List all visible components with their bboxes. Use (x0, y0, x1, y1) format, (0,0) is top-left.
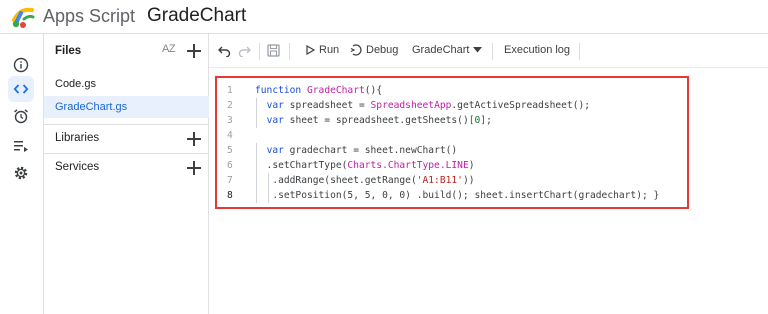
app-name[interactable]: Apps Script (43, 6, 135, 27)
info-icon (13, 57, 29, 73)
code-line[interactable]: 4 (217, 128, 687, 143)
dropdown-arrow-icon (473, 47, 483, 53)
triggers-alarm-icon (14, 109, 28, 124)
function-select[interactable]: GradeChart (412, 44, 483, 56)
code-text: function GradeChart(){ (255, 85, 383, 96)
toolbar-separator (579, 43, 580, 60)
execution-log-button[interactable]: Execution log (504, 44, 570, 56)
left-nav-rail (0, 34, 44, 314)
line-number: 1 (227, 85, 233, 96)
debug-button[interactable]: Debug (350, 44, 398, 56)
divider (44, 153, 209, 154)
apps-script-logo-icon[interactable] (10, 5, 36, 29)
code-line[interactable]: 6 .setChartType(Charts.ChartType.LINE) (217, 158, 687, 173)
code-line[interactable]: 7 .addRange(sheet.getRange('A1:B11')) (217, 173, 687, 188)
code-text: .setChartType(Charts.ChartType.LINE) (255, 160, 475, 171)
executions-button[interactable] (8, 132, 34, 158)
project-title[interactable]: GradeChart (147, 5, 246, 27)
line-number: 4 (227, 130, 233, 141)
editor-button[interactable] (8, 76, 34, 102)
executions-icon (14, 141, 28, 152)
toolbar-separator (492, 43, 493, 60)
code-line[interactable]: 8 .setPosition(5, 5, 0, 0) .build(); she… (217, 188, 687, 203)
settings-gear-icon (14, 166, 28, 180)
line-number: 2 (227, 100, 233, 111)
save-icon[interactable] (267, 44, 280, 57)
add-library-plus-icon[interactable] (187, 132, 201, 146)
libraries-label: Libraries (55, 132, 100, 144)
overview-button[interactable] (8, 52, 34, 78)
code-line[interactable]: 2 var spreadsheet = SpreadsheetApp.getAc… (217, 98, 687, 113)
code-editor[interactable]: 1 function GradeChart(){ 2 var spreadsheet… (215, 76, 689, 209)
editor-toolbar: Run Debug GradeChart Execution log (209, 34, 768, 68)
services-label: Services (55, 161, 100, 173)
debug-label: Debug (366, 44, 399, 56)
file-item-gradechart-gs[interactable]: GradeChart.gs (44, 96, 209, 118)
line-number: 3 (227, 115, 233, 126)
code-text: var sheet = spreadsheet.getSheets()[0]; (266, 115, 492, 126)
add-file-plus-icon[interactable] (187, 44, 201, 58)
code-editor-icon (13, 84, 29, 94)
run-button[interactable]: Run (306, 44, 339, 56)
code-text: .addRange(sheet.getRange('A1:B11')) (255, 175, 475, 186)
files-title: Files (55, 45, 82, 57)
top-bar: Apps Script GradeChart (0, 0, 768, 34)
undo-icon[interactable] (218, 45, 231, 57)
triggers-button[interactable] (8, 103, 34, 129)
divider (44, 124, 209, 125)
file-item-code-gs[interactable]: Code.gs (44, 73, 209, 95)
toolbar-separator (259, 43, 260, 60)
run-label: Run (319, 44, 340, 56)
line-number: 5 (227, 145, 233, 156)
line-number: 8 (227, 190, 233, 201)
toolbar-separator (289, 43, 290, 60)
code-text: .setPosition(5, 5, 0, 0) .build(); sheet… (255, 190, 660, 201)
code-text: var gradechart = sheet.newChart() (266, 145, 458, 156)
execution-log-label: Execution log (504, 44, 571, 56)
add-service-plus-icon[interactable] (187, 161, 201, 175)
sort-az-icon[interactable]: AZ (162, 43, 176, 55)
files-header: Files AZ (44, 34, 209, 68)
code-line[interactable]: 3 var sheet = spreadsheet.getSheets()[0]… (217, 113, 687, 128)
code-text: var spreadsheet = SpreadsheetApp.getActi… (266, 100, 591, 111)
redo-icon[interactable] (238, 45, 251, 57)
project-settings-button[interactable] (8, 160, 34, 186)
files-panel: Files AZ Code.gs GradeChart.gs Libraries… (44, 34, 209, 314)
function-select-value: GradeChart (412, 44, 470, 56)
line-number: 6 (227, 160, 233, 171)
debug-icon (350, 44, 362, 56)
line-number: 7 (227, 175, 233, 186)
code-line[interactable]: 1 function GradeChart(){ (217, 83, 687, 98)
play-icon (306, 45, 315, 55)
code-line[interactable]: 5 var gradechart = sheet.newChart() (217, 143, 687, 158)
